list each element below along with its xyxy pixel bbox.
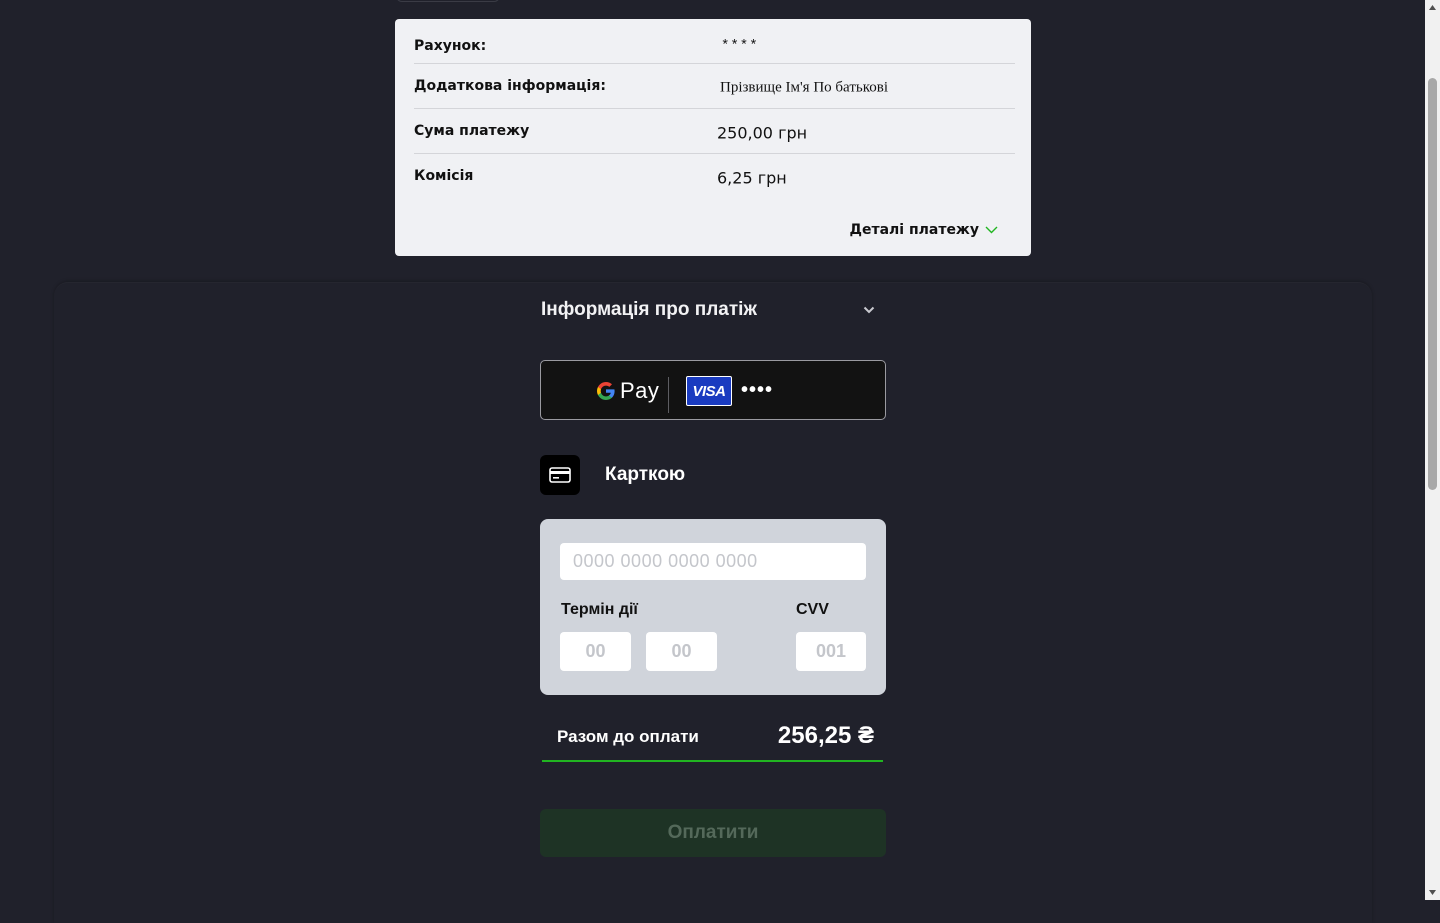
summary-row-amount: Сума платежу 250,00 грн (414, 109, 1015, 154)
visa-logo: VISA (686, 376, 732, 406)
chevron-down-icon (863, 306, 875, 314)
triangle-down-icon (1429, 890, 1436, 895)
payment-details-toggle[interactable]: Деталі платежу (850, 222, 999, 238)
summary-value: **** (721, 38, 759, 54)
payment-summary-card: Рахунок: **** Додаткова інформація: Пріз… (395, 19, 1031, 256)
card-number-input[interactable] (560, 543, 866, 580)
expiry-month-input[interactable] (560, 632, 631, 671)
summary-value: 250,00 грн (717, 123, 808, 143)
summary-label: Сума платежу (414, 123, 530, 139)
summary-row-commission: Комісія 6,25 грн (414, 154, 1015, 198)
scrollbar[interactable] (1425, 0, 1440, 900)
payment-info-toggle[interactable]: Інформація про платіж (541, 296, 881, 324)
cvv-input[interactable] (796, 632, 866, 671)
payment-info-title: Інформація про платіж (541, 299, 757, 320)
triangle-up-icon (1429, 5, 1436, 10)
summary-row-additional-info: Додаткова інформація: Прізвище Ім'я По б… (414, 64, 1015, 109)
card-payment-method[interactable]: Карткою (540, 455, 685, 495)
cvv-label: CVV (796, 601, 829, 618)
chevron-down-icon (985, 226, 998, 234)
summary-value: Прізвище Ім'я По батькові (720, 79, 888, 96)
google-pay-logo: Pay (596, 378, 659, 404)
top-tab-edge (396, 0, 500, 2)
card-mask: •••• (741, 379, 774, 401)
card-method-icon-box (540, 455, 580, 495)
expiry-year-input[interactable] (646, 632, 717, 671)
summary-label: Рахунок: (414, 38, 487, 54)
scrollbar-thumb[interactable] (1428, 78, 1437, 490)
card-icon (549, 467, 571, 483)
expiry-label: Термін дії (561, 601, 638, 618)
scroll-down-arrow[interactable] (1425, 885, 1440, 900)
google-g-icon (597, 382, 615, 400)
summary-label: Комісія (414, 168, 474, 184)
google-pay-text: Pay (620, 378, 660, 403)
google-pay-button[interactable]: Pay VISA •••• (540, 360, 886, 420)
total-value: 256,25 ₴ (777, 722, 874, 749)
total-label: Разом до оплати (557, 727, 699, 746)
total-to-pay: Разом до оплати 256,25 ₴ (542, 718, 883, 762)
google-pay-divider (668, 377, 669, 413)
pay-button[interactable]: Оплатити (540, 809, 886, 857)
summary-label: Додаткова інформація: (414, 78, 606, 94)
summary-row-account: Рахунок: **** (414, 19, 1015, 64)
payment-details-label: Деталі платежу (849, 222, 980, 238)
card-method-label: Карткою (605, 464, 686, 485)
card-form: Термін дії CVV (540, 519, 886, 695)
summary-value: 6,25 грн (717, 168, 787, 188)
scroll-up-arrow[interactable] (1425, 0, 1440, 15)
